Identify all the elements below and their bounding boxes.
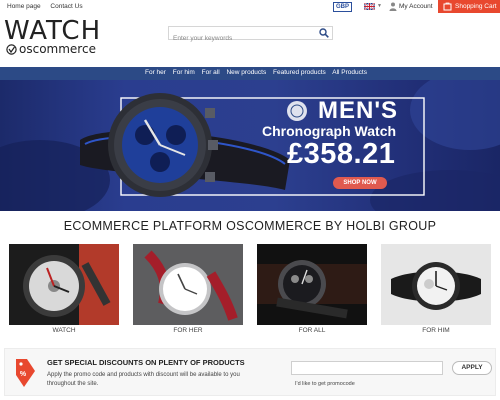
category-image-for-her[interactable] bbox=[133, 244, 243, 325]
top-bar: Home page Contact Us GBP ▼ My Account Sh… bbox=[0, 0, 500, 13]
category-card-for-all[interactable]: FOR ALL bbox=[257, 244, 367, 336]
category-label-for-all[interactable]: FOR ALL bbox=[257, 327, 367, 334]
search-icon[interactable] bbox=[319, 28, 329, 38]
banner-price: £358.21 bbox=[287, 138, 396, 170]
banner-subheadline: Chronograph Watch bbox=[262, 123, 397, 139]
promo-description: Apply the promo code and products with d… bbox=[47, 372, 240, 387]
hero-watch-image bbox=[0, 80, 500, 211]
oscommerce-logo-icon bbox=[6, 44, 17, 55]
category-card-watch[interactable]: WATCH bbox=[9, 244, 119, 336]
search-box bbox=[168, 26, 333, 45]
promo-hint: I'd like to get promocode bbox=[295, 381, 355, 387]
uk-flag-icon[interactable] bbox=[364, 3, 375, 10]
category-card-for-him[interactable]: FOR HIM bbox=[381, 244, 491, 336]
chevron-down-icon[interactable]: ▼ bbox=[377, 3, 382, 9]
logo-sub-text: oscommerce bbox=[19, 42, 96, 56]
nav-item-for-her[interactable]: For her bbox=[145, 69, 166, 76]
contact-us-link[interactable]: Contact Us bbox=[50, 3, 82, 10]
nav-item-featured-products[interactable]: Featured products bbox=[273, 69, 326, 76]
category-label-watch[interactable]: WATCH bbox=[9, 327, 119, 334]
banner-headline: MEN'S bbox=[318, 97, 399, 124]
search-input[interactable] bbox=[169, 32, 309, 45]
cart-icon bbox=[443, 2, 452, 11]
user-icon bbox=[389, 2, 397, 11]
category-image-watch[interactable] bbox=[9, 244, 119, 325]
promo-code-input[interactable] bbox=[291, 361, 443, 375]
hero-banner[interactable]: MEN'S Chronograph Watch £358.21 SHOP NOW bbox=[0, 80, 500, 211]
nav-item-for-all[interactable]: For all bbox=[202, 69, 220, 76]
shopping-cart-label: Shopping Cart bbox=[455, 3, 497, 10]
nav-item-new-products[interactable]: New products bbox=[226, 69, 266, 76]
discount-tag-icon: % bbox=[16, 359, 35, 387]
promo-section: % GET SPECIAL DISCOUNTS ON PLENTY OF PRO… bbox=[4, 348, 496, 396]
my-account-link[interactable]: My Account bbox=[399, 3, 433, 10]
shopping-cart-button[interactable]: Shopping Cart bbox=[438, 0, 500, 13]
nav-item-for-him[interactable]: For him bbox=[173, 69, 195, 76]
category-image-for-him[interactable] bbox=[381, 244, 491, 325]
category-label-for-her[interactable]: FOR HER bbox=[133, 327, 243, 334]
category-label-for-him[interactable]: FOR HIM bbox=[381, 327, 491, 334]
svg-text:%: % bbox=[20, 371, 27, 378]
nav-item-all-products[interactable]: All Products bbox=[332, 69, 367, 76]
category-image-for-all[interactable] bbox=[257, 244, 367, 325]
apply-button[interactable]: APPLY bbox=[452, 361, 492, 375]
currency-selector[interactable]: GBP bbox=[333, 2, 353, 12]
promo-title: GET SPECIAL DISCOUNTS ON PLENTY OF PRODU… bbox=[47, 358, 245, 367]
home-page-link[interactable]: Home page bbox=[7, 3, 41, 10]
main-nav: For her For him For all New products Fea… bbox=[0, 67, 500, 80]
shop-now-button[interactable]: SHOP NOW bbox=[333, 177, 387, 189]
category-card-for-her[interactable]: FOR HER bbox=[133, 244, 243, 336]
section-title: ECOMMERCE PLATFORM OSCOMMERCE BY HOLBI G… bbox=[63, 219, 437, 233]
